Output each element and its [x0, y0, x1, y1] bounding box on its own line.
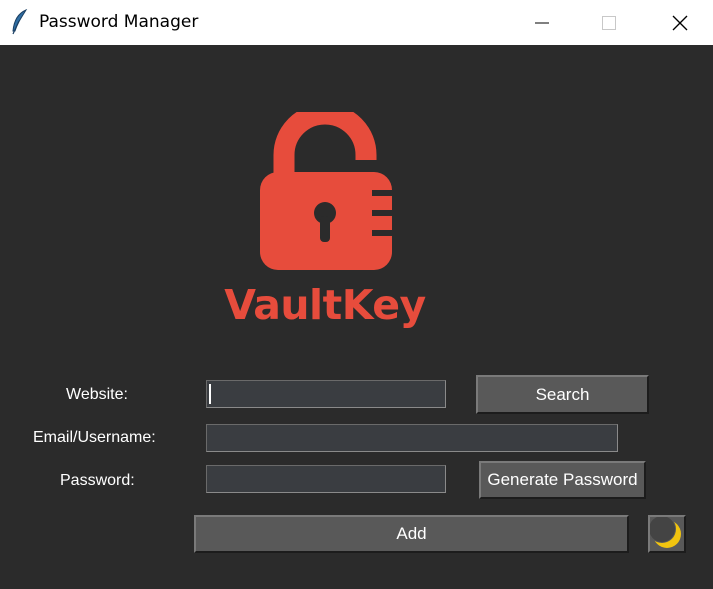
- add-button[interactable]: Add: [194, 515, 629, 553]
- search-button[interactable]: Search: [476, 375, 649, 414]
- close-icon: [672, 15, 688, 30]
- password-input[interactable]: [206, 465, 446, 493]
- generate-password-button-label: Generate Password: [487, 470, 638, 489]
- close-button[interactable]: [657, 0, 703, 45]
- feather-icon: [10, 8, 30, 35]
- website-input[interactable]: [206, 380, 446, 408]
- password-label: Password:: [60, 472, 135, 489]
- add-button-label: Add: [396, 524, 427, 543]
- maximize-icon: [602, 15, 616, 30]
- generate-password-button[interactable]: Generate Password: [479, 461, 646, 499]
- logo-text: VaultKey: [222, 281, 428, 329]
- window-title: Password Manager: [39, 12, 199, 32]
- theme-toggle-button[interactable]: [648, 515, 686, 553]
- website-label: Website:: [66, 386, 128, 403]
- minimize-icon: [535, 22, 549, 23]
- maximize-button[interactable]: [586, 0, 632, 45]
- crescent-moon-icon: [650, 517, 681, 548]
- title-bar: Password Manager: [0, 0, 713, 45]
- text-cursor: [209, 384, 211, 404]
- minimize-button[interactable]: [519, 0, 565, 45]
- email-label: Email/Username:: [33, 429, 156, 446]
- search-button-label: Search: [535, 384, 590, 404]
- email-input[interactable]: [206, 424, 618, 452]
- logo-wordmark: VaultKey: [224, 281, 426, 329]
- app-window: Password Manager VaultKey Website: Email…: [0, 0, 713, 589]
